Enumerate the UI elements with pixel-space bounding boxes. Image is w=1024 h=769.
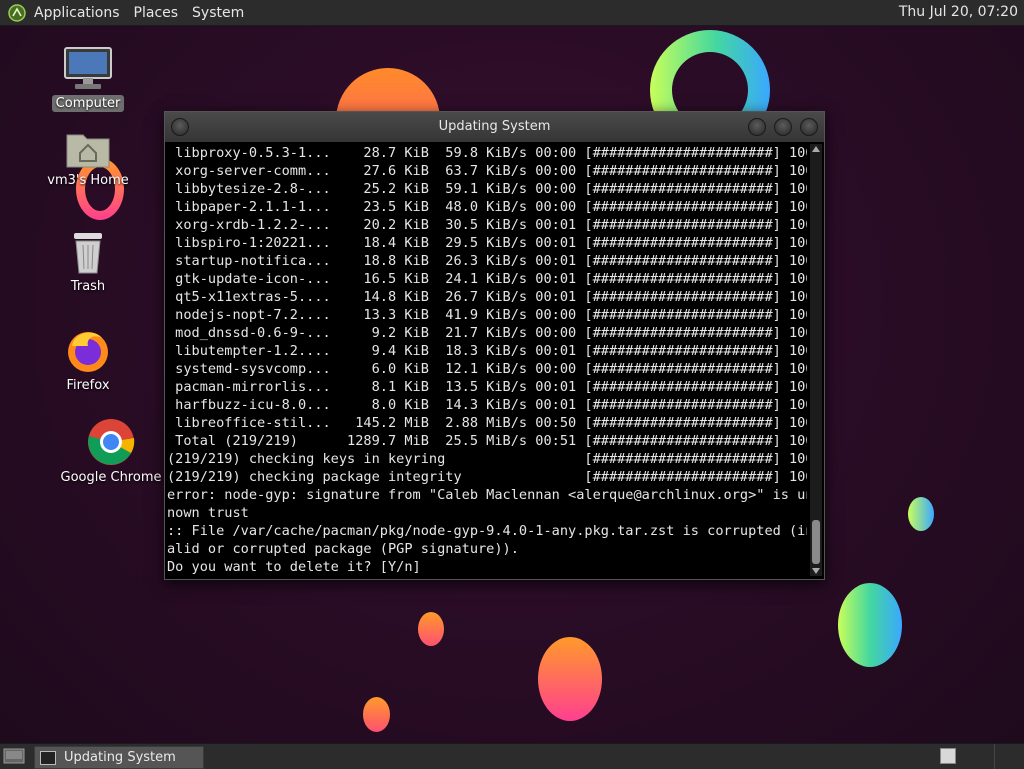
panel-separator xyxy=(994,744,995,769)
decor-green-oval-small xyxy=(908,497,934,531)
terminal-output[interactable]: libproxy-0.5.3-1... 28.7 KiB 59.8 KiB/s … xyxy=(167,144,807,576)
workspace-switcher[interactable] xyxy=(940,748,956,764)
chrome-icon xyxy=(88,419,135,465)
desktop-icon-chrome[interactable]: Google Chrome xyxy=(56,418,166,486)
menu-applications[interactable]: Applications xyxy=(34,5,120,21)
terminal-line: pacman-mirrorlis... 8.1 KiB 13.5 KiB/s 0… xyxy=(167,379,807,395)
terminal-window[interactable]: Updating System libproxy-0.5.3-1... 28.7… xyxy=(164,111,825,580)
trash-icon xyxy=(74,233,102,274)
decor-orange-oval-large xyxy=(538,637,602,721)
terminal-line: Do you want to delete it? [Y/n] xyxy=(167,559,421,575)
scrollbar-thumb[interactable] xyxy=(812,520,820,564)
terminal-line: libspiro-1:20221... 18.4 KiB 29.5 KiB/s … xyxy=(167,235,807,251)
terminal-line: nodejs-nopt-7.2.... 13.3 KiB 41.9 KiB/s … xyxy=(167,307,807,323)
menu-system[interactable]: System xyxy=(192,5,244,21)
bottom-panel: Updating System xyxy=(0,743,1024,769)
desktop-icon-home[interactable]: vm3's Home xyxy=(33,129,143,189)
terminal-line: mod_dnssd-0.6-9-... 9.2 KiB 21.7 KiB/s 0… xyxy=(167,325,807,341)
show-desktop-icon[interactable] xyxy=(3,747,25,765)
top-panel: Applications Places System Thu Jul 20, 0… xyxy=(0,0,1024,26)
terminal-line: (219/219) checking package integrity [##… xyxy=(167,469,807,485)
desktop-icon-label: Firefox xyxy=(66,378,110,393)
terminal-line: Total (219/219) 1289.7 MiB 25.5 MiB/s 00… xyxy=(167,433,807,449)
taskbar-item-updating-system[interactable]: Updating System xyxy=(34,746,204,769)
terminal-line: (219/219) checking keys in keyring [####… xyxy=(167,451,807,467)
desktop-icon-label: Trash xyxy=(70,279,106,294)
desktop-icon-computer[interactable]: Computer xyxy=(33,46,143,112)
terminal-line: :: File /var/cache/pacman/pkg/node-gyp-9… xyxy=(167,523,807,539)
close-button[interactable] xyxy=(800,118,818,136)
clock[interactable]: Thu Jul 20, 07:20 xyxy=(899,4,1018,20)
terminal-line: gtk-update-icon-... 16.5 KiB 24.1 KiB/s … xyxy=(167,271,807,287)
maximize-button[interactable] xyxy=(774,118,792,136)
terminal-line: xorg-server-comm... 27.6 KiB 63.7 KiB/s … xyxy=(167,163,807,179)
terminal-line: error: node-gyp: signature from "Caleb M… xyxy=(167,487,807,503)
terminal-icon xyxy=(40,750,56,765)
terminal-line: xorg-xrdb-1.2.2-... 20.2 KiB 30.5 KiB/s … xyxy=(167,217,807,233)
desktop-icon-trash[interactable]: Trash xyxy=(33,229,143,295)
terminal-scrollbar[interactable] xyxy=(810,144,822,576)
mate-logo-icon[interactable] xyxy=(8,3,26,22)
terminal-line: startup-notifica... 18.8 KiB 26.3 KiB/s … xyxy=(167,253,807,269)
terminal-line: libbytesize-2.8-... 25.2 KiB 59.1 KiB/s … xyxy=(167,181,807,197)
window-titlebar[interactable]: Updating System xyxy=(165,112,824,142)
terminal-line: libutempter-1.2.... 9.4 KiB 18.3 KiB/s 0… xyxy=(167,343,807,359)
desktop-icon-label: vm3's Home xyxy=(47,173,129,188)
taskbar-item-label: Updating System xyxy=(64,750,176,765)
decor-green-oval-large xyxy=(838,583,902,667)
terminal-line: alid or corrupted package (PGP signature… xyxy=(167,541,519,557)
menu-places[interactable]: Places xyxy=(134,5,179,21)
decor-orange-oval-small xyxy=(363,697,390,732)
home-folder-icon xyxy=(66,134,110,168)
terminal-line: nown trust xyxy=(167,505,249,521)
firefox-icon xyxy=(68,332,108,372)
terminal-line: qt5-x11extras-5.... 14.8 KiB 26.7 KiB/s … xyxy=(167,289,807,305)
decor-orange-oval xyxy=(418,612,444,646)
terminal-line: libproxy-0.5.3-1... 28.7 KiB 59.8 KiB/s … xyxy=(167,145,807,161)
desktop-icon-firefox[interactable]: Firefox xyxy=(33,326,143,394)
computer-icon xyxy=(64,47,112,89)
window-menu-button[interactable] xyxy=(171,118,189,136)
minimize-button[interactable] xyxy=(748,118,766,136)
terminal-line: systemd-sysvcomp... 6.0 KiB 12.1 KiB/s 0… xyxy=(167,361,807,377)
terminal-line: harfbuzz-icu-8.0... 8.0 KiB 14.3 KiB/s 0… xyxy=(167,397,807,413)
scroll-up-icon[interactable] xyxy=(812,146,820,152)
desktop-icon-label: Computer xyxy=(51,95,125,112)
terminal-line: libpaper-2.1.1-1... 23.5 KiB 48.0 KiB/s … xyxy=(167,199,807,215)
terminal-line: libreoffice-stil... 145.2 MiB 2.88 MiB/s… xyxy=(167,415,807,431)
desktop-icon-label: Google Chrome xyxy=(60,470,162,485)
scroll-down-icon[interactable] xyxy=(812,568,820,574)
window-title: Updating System xyxy=(438,119,551,134)
